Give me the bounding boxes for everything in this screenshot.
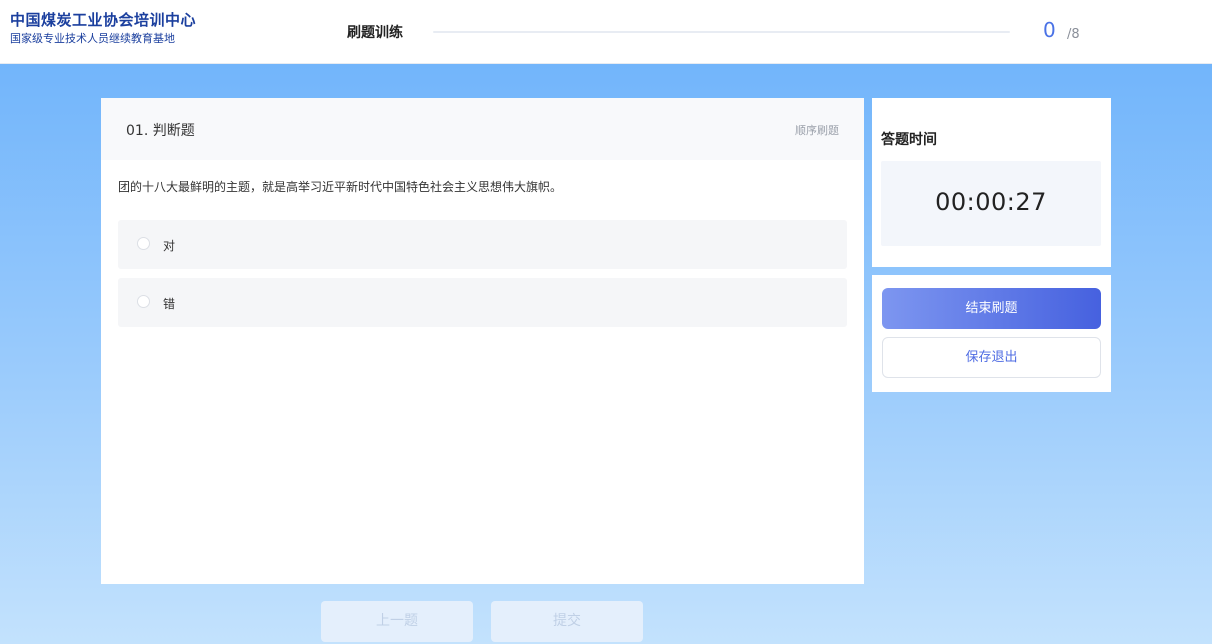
progress-current: 0 — [1043, 18, 1056, 42]
practice-mode-label: 顺序刷题 — [795, 124, 839, 137]
timer-display: 00:00:27 — [881, 161, 1101, 246]
timer-card: 答题时间 00:00:27 — [872, 98, 1111, 267]
timer-title: 答题时间 — [881, 132, 937, 148]
progress-bar — [433, 31, 1010, 33]
brand-logo: 中国煤炭工业协会培训中心 国家级专业技术人员继续教育基地 — [10, 11, 196, 46]
radio-icon[interactable] — [137, 237, 150, 250]
question-type: 01. 判断题 — [126, 123, 195, 139]
timer-value: 00:00:27 — [935, 188, 1047, 216]
option-false[interactable]: 错 — [118, 278, 847, 327]
radio-icon[interactable] — [137, 295, 150, 308]
end-practice-button[interactable]: 结束刷题 — [882, 288, 1101, 329]
top-header: 中国煤炭工业协会培训中心 国家级专业技术人员继续教育基地 刷题训练 0 /8 — [0, 0, 1212, 64]
option-true[interactable]: 对 — [118, 220, 847, 269]
action-card: 结束刷题 保存退出 — [872, 275, 1111, 392]
question-text: 团的十八大最鲜明的主题，就是高举习近平新时代中国特色社会主义思想伟大旗帜。 — [118, 180, 563, 194]
option-label: 对 — [163, 239, 176, 253]
submit-button[interactable]: 提交 — [491, 601, 643, 642]
brand-subtitle: 国家级专业技术人员继续教育基地 — [10, 32, 175, 45]
question-card: 01. 判断题 顺序刷题 团的十八大最鲜明的主题，就是高举习近平新时代中国特色社… — [101, 98, 864, 584]
question-header: 01. 判断题 顺序刷题 — [101, 98, 864, 160]
brand-title: 中国煤炭工业协会培训中心 — [10, 11, 197, 29]
save-exit-button[interactable]: 保存退出 — [882, 337, 1101, 378]
option-label: 错 — [163, 297, 176, 311]
previous-question-button[interactable]: 上一题 — [321, 601, 473, 642]
progress-total: /8 — [1067, 27, 1080, 42]
page-title: 刷题训练 — [347, 25, 403, 41]
